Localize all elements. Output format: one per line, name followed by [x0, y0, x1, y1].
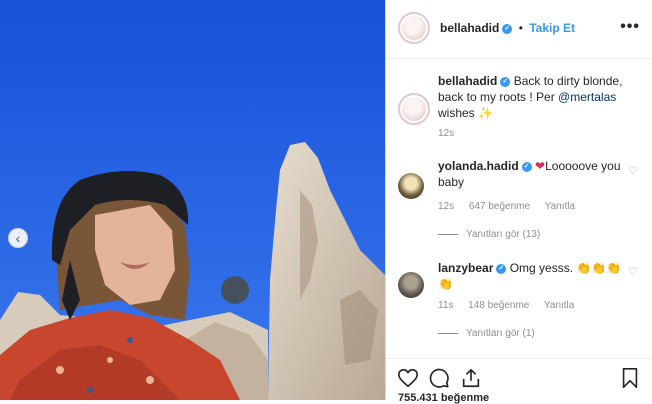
bookmark-icon[interactable] [620, 367, 640, 389]
commenter-avatar[interactable] [398, 173, 424, 199]
comment-yolanda: yolanda.hadid ✓ ❤Looooove you baby [438, 158, 626, 190]
caption-meta: 12s [438, 128, 466, 139]
author-avatar[interactable] [398, 12, 430, 44]
caption-body-end: wishes [438, 106, 475, 120]
comment-author[interactable]: lanzybear [438, 261, 493, 275]
verified-icon: ✓ [521, 161, 532, 172]
view-replies-label: Yanıtları gör (1) [466, 328, 535, 339]
like-comment-heart-icon[interactable]: ♡ [628, 265, 638, 278]
caption-author[interactable]: bellahadid [438, 74, 497, 88]
more-icon[interactable]: ••• [620, 18, 640, 36]
chevron-left-icon: ‹ [15, 230, 21, 246]
selfie-image [0, 0, 385, 400]
caption-time: 12s [438, 128, 455, 139]
divider-line [438, 332, 458, 334]
reply-button[interactable]: Yanıtla [545, 201, 575, 212]
comment-icon[interactable] [428, 367, 450, 389]
reply-button[interactable]: Yanıtla [544, 300, 574, 311]
like-comment-heart-icon[interactable]: ♡ [628, 164, 638, 177]
sparkles-emoji: ✨ [478, 106, 493, 120]
share-icon[interactable] [460, 367, 482, 389]
heart-emoji: ❤ [535, 159, 546, 173]
commenter-avatar[interactable] [398, 272, 424, 298]
separator-dot: • [518, 21, 523, 35]
post-header: bellahadid ✓ • Takip Et ••• [386, 0, 652, 59]
comment-likes[interactable]: 148 beğenme [468, 300, 529, 311]
caption-text: bellahadid ✓ Back to dirty blonde, back t… [438, 73, 626, 121]
likes-count[interactable]: 755.431 beğenme [398, 392, 489, 404]
post-photo: ‹ [0, 0, 385, 400]
view-replies-button[interactable]: Yanıtları gör (1) [438, 328, 535, 339]
author-username[interactable]: bellahadid [440, 21, 499, 35]
caption-avatar[interactable] [398, 93, 430, 125]
comment-author[interactable]: yolanda.hadid [438, 159, 519, 173]
verified-icon: ✓ [502, 23, 513, 34]
comment-meta: 12s 647 beğenme Yanıtla [438, 201, 587, 212]
follow-button[interactable]: Takip Et [529, 21, 575, 35]
carousel-prev-button[interactable]: ‹ [8, 228, 28, 248]
heart-icon[interactable] [397, 367, 419, 389]
comment-time: 11s [438, 300, 454, 311]
post-side-panel: bellahadid ✓ • Takip Et ••• bellahadid ✓ B… [385, 0, 652, 404]
divider-line [438, 233, 458, 235]
comment-lanzybear: lanzybear ✓ Omg yesss. 👏👏👏👏 [438, 260, 626, 292]
view-replies-label: Yanıtları gör (13) [466, 229, 541, 240]
view-replies-button[interactable]: Yanıtları gör (13) [438, 229, 540, 240]
caption-mention[interactable]: @mertalas [558, 90, 616, 104]
comment-likes[interactable]: 647 beğenme [469, 201, 530, 212]
comment-meta: 11s 148 beğenme Yanıtla [438, 300, 586, 311]
comment-text: Omg yesss. [509, 261, 574, 275]
verified-icon: ✓ [496, 263, 507, 274]
verified-icon: ✓ [500, 76, 511, 87]
comment-time: 12s [438, 201, 455, 212]
